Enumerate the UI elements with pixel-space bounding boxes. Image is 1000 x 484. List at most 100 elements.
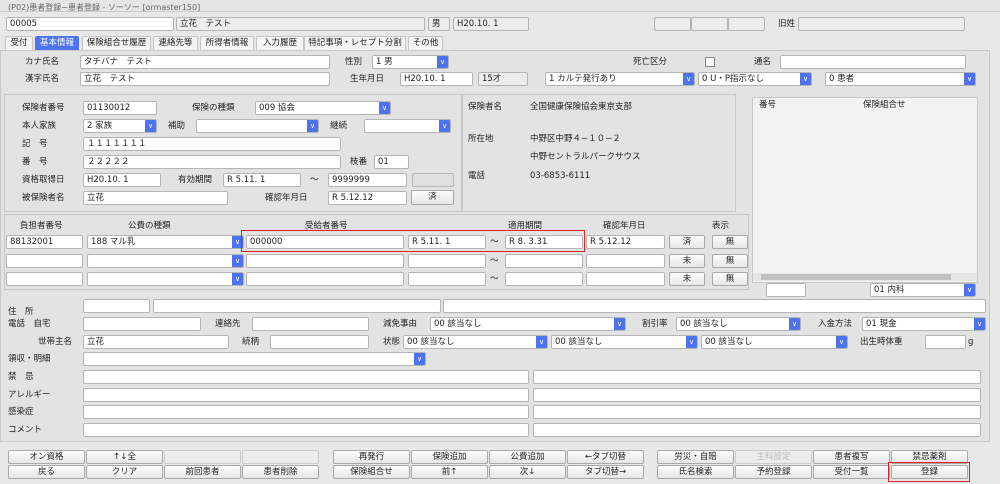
tab-reception[interactable]: 受付 xyxy=(5,36,33,50)
public-confirm-button[interactable]: 未 xyxy=(669,272,705,286)
add-insurance-button[interactable]: 保険追加 xyxy=(411,450,488,464)
public-display-button[interactable]: 無 xyxy=(712,272,748,286)
public-payer-field[interactable] xyxy=(6,254,83,268)
family-select[interactable]: 2 家族 ∨ xyxy=(83,119,157,133)
tab-income[interactable]: 所得者情報 xyxy=(200,36,254,50)
public-type-field[interactable]: ∨ xyxy=(87,272,244,286)
public-display-button[interactable]: 無 xyxy=(712,235,748,249)
add-public-expense-button[interactable]: 公費追加 xyxy=(489,450,566,464)
symbol-input[interactable]: １１１１１１１ xyxy=(83,137,341,151)
receipt-select[interactable]: ∨ xyxy=(83,352,426,366)
appointment-button[interactable]: 予約登録 xyxy=(735,465,812,479)
taboo-input-1[interactable] xyxy=(83,370,529,384)
reception-list-button[interactable]: 受付一覧 xyxy=(813,465,890,479)
alias-input[interactable] xyxy=(780,55,966,69)
public-to-field[interactable] xyxy=(505,272,583,286)
public-confirm-button[interactable]: 済 xyxy=(669,235,705,249)
valid-from-input[interactable]: R 5.11. 1 xyxy=(223,173,301,187)
tab-special-notes[interactable]: 特記事項・レセプト分割 xyxy=(304,36,406,50)
public-type-field[interactable]: 188 マル乳 ∨ xyxy=(87,235,244,249)
allergy-input-1[interactable] xyxy=(83,388,529,402)
prev-button[interactable]: 前↑ xyxy=(411,465,488,479)
tab-switch-right-button[interactable]: タブ切替→ xyxy=(567,465,644,479)
discount-select[interactable]: 00 該当なし ∨ xyxy=(676,317,801,331)
payment-select[interactable]: 01 現金 ∨ xyxy=(862,317,986,331)
state-select-2[interactable]: 00 該当なし ∨ xyxy=(551,335,698,349)
contact-input[interactable] xyxy=(252,317,369,331)
kanji-input[interactable]: 立花 テスト xyxy=(80,72,330,86)
tab-switch-left-button[interactable]: ←タブ切替 xyxy=(567,450,644,464)
public-from-field[interactable] xyxy=(408,254,486,268)
online-qualification-button[interactable]: オン資格 xyxy=(8,450,85,464)
copy-patient-button[interactable]: 患者複写 xyxy=(813,450,890,464)
public-recipient-field[interactable] xyxy=(246,272,404,286)
main-dept-setting-button[interactable]: 主科設定 xyxy=(735,450,812,464)
karte-select[interactable]: 1 カルテ発行あり ∨ xyxy=(545,72,695,86)
confirm-date-input[interactable]: R 5.12.12 xyxy=(328,191,407,205)
combo-number-input[interactable] xyxy=(766,283,806,297)
sex-select[interactable]: 1 男 ∨ xyxy=(372,55,449,69)
address-input-2[interactable] xyxy=(443,299,986,313)
zip-input[interactable] xyxy=(83,299,150,313)
allergy-input-2[interactable] xyxy=(533,388,981,402)
tab-insurance-history[interactable]: 保険組合せ履歴 xyxy=(82,36,151,50)
reduction-select[interactable]: 00 該当なし ∨ xyxy=(430,317,626,331)
valid-to-input[interactable]: 9999999 xyxy=(328,173,407,187)
public-display-button[interactable]: 無 xyxy=(712,254,748,268)
aid-select[interactable]: ∨ xyxy=(196,119,319,133)
state-select-1[interactable]: 00 該当なし ∨ xyxy=(403,335,548,349)
tab-basic-info[interactable]: 基本情報 xyxy=(35,36,79,50)
horizontal-scrollbar[interactable] xyxy=(753,273,977,281)
public-confirm-field[interactable] xyxy=(586,254,665,268)
birth-input[interactable]: H20.10. 1 xyxy=(400,72,473,86)
state-select-3[interactable]: 00 該当なし ∨ xyxy=(701,335,848,349)
public-recipient-field[interactable] xyxy=(246,254,404,268)
confirm-done-button[interactable]: 済 xyxy=(411,190,454,205)
qualification-date-input[interactable]: H20.10. 1 xyxy=(83,173,161,187)
relation-input[interactable] xyxy=(270,335,369,349)
tab-input-history[interactable]: 入力履歴 xyxy=(256,36,304,50)
continue-select[interactable]: ∨ xyxy=(364,119,451,133)
insurance-combination-button[interactable]: 保険組合せ xyxy=(333,465,410,479)
tab-other[interactable]: その他 xyxy=(408,36,443,50)
up-select[interactable]: 0 U・P指示なし ∨ xyxy=(698,72,812,86)
insurance-type-select[interactable]: 009 協会 ∨ xyxy=(255,101,391,115)
delete-patient-button[interactable]: 患者削除 xyxy=(242,465,319,479)
public-confirm-button[interactable]: 未 xyxy=(669,254,705,268)
branch-input[interactable]: 01 xyxy=(374,155,409,169)
comment-input-2[interactable] xyxy=(533,423,981,437)
patient-id-input[interactable]: 00005 xyxy=(6,17,174,31)
insurer-no-input[interactable]: 01130012 xyxy=(83,101,157,115)
home-tel-input[interactable] xyxy=(83,317,201,331)
updown-all-button[interactable]: ↑↓全 xyxy=(86,450,163,464)
death-checkbox[interactable] xyxy=(705,57,715,67)
public-confirm-field[interactable]: R 5.12.12 xyxy=(586,235,665,249)
public-from-field[interactable] xyxy=(408,272,486,286)
infection-input-1[interactable] xyxy=(83,405,529,419)
householder-input[interactable]: 立花 xyxy=(83,335,229,349)
public-confirm-field[interactable] xyxy=(586,272,665,286)
name-search-button[interactable]: 氏名検索 xyxy=(657,465,734,479)
number-input[interactable]: ２２２２２ xyxy=(83,155,341,169)
tab-contact[interactable]: 連絡先等 xyxy=(153,36,198,50)
insurance-combo-list[interactable]: 番号 保険組合せ xyxy=(752,97,978,283)
birth-weight-input[interactable] xyxy=(925,335,966,349)
public-type-field[interactable]: ∨ xyxy=(87,254,244,268)
infection-input-2[interactable] xyxy=(533,405,981,419)
patient-type-select[interactable]: 0 患者 ∨ xyxy=(825,72,976,86)
clear-button[interactable]: クリア xyxy=(86,465,163,479)
address-input-1[interactable] xyxy=(153,299,441,313)
public-to-field[interactable] xyxy=(505,254,583,268)
taboo-input-2[interactable] xyxy=(533,370,981,384)
back-button[interactable]: 戻る xyxy=(8,465,85,479)
previous-patient-button[interactable]: 前回患者 xyxy=(164,465,241,479)
kana-input[interactable]: タチバナ テスト xyxy=(80,55,330,69)
workers-comp-button[interactable]: 労災・自賠 xyxy=(657,450,734,464)
insured-input[interactable]: 立花 xyxy=(83,191,228,205)
comment-input-1[interactable] xyxy=(83,423,529,437)
public-payer-field[interactable]: 88132001 xyxy=(6,235,83,249)
department-select[interactable]: 01 内科 ∨ xyxy=(870,283,976,297)
public-payer-field[interactable] xyxy=(6,272,83,286)
next-button[interactable]: 次↓ xyxy=(489,465,566,479)
reissue-button[interactable]: 再発行 xyxy=(333,450,410,464)
